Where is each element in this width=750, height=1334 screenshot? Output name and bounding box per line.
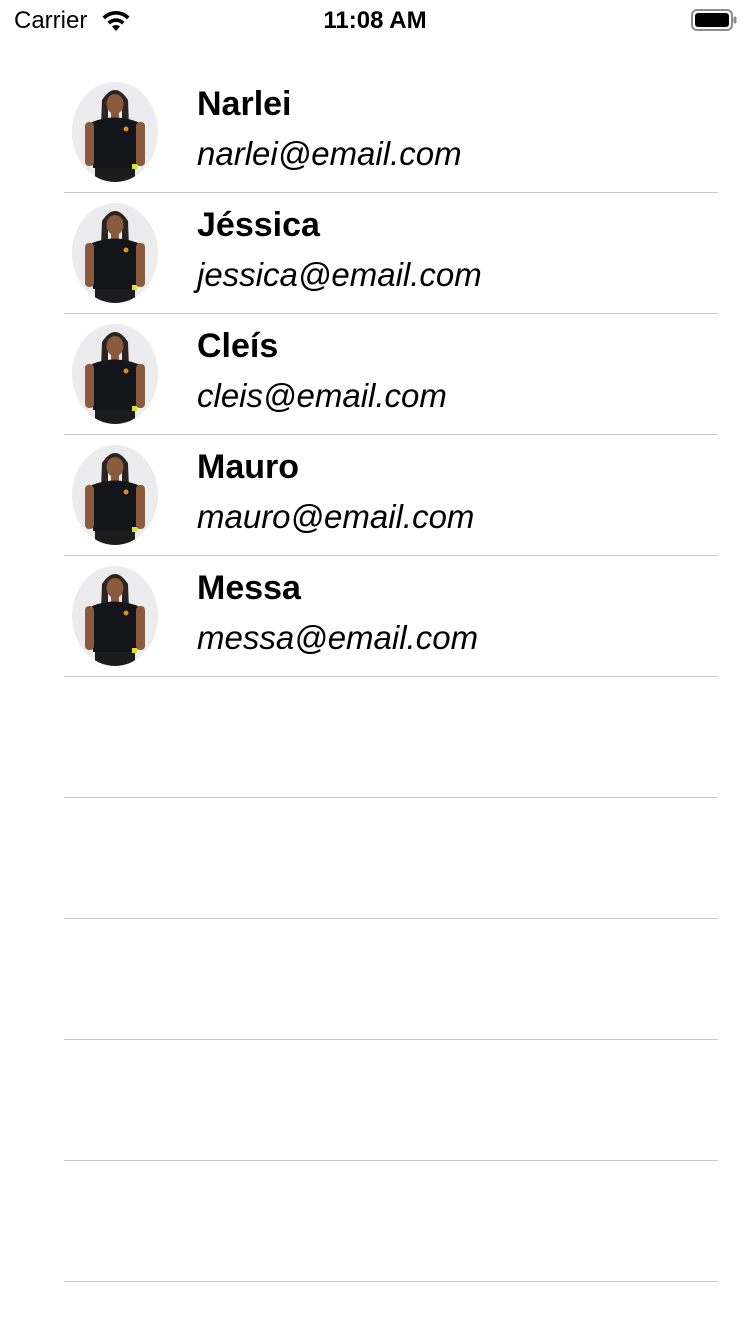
contact-row[interactable]: Narlei narlei@email.com xyxy=(0,72,750,193)
empty-row xyxy=(0,677,750,798)
contact-email: cleis@email.com xyxy=(197,377,447,414)
empty-row xyxy=(0,1161,750,1282)
contact-email: messa@email.com xyxy=(197,619,479,656)
empty-row xyxy=(0,798,750,919)
battery-icon xyxy=(691,9,737,31)
empty-row xyxy=(0,1040,750,1161)
contact-row[interactable]: Cleís cleis@email.com xyxy=(0,314,750,435)
contact-row[interactable]: Mauro mauro@email.com xyxy=(0,435,750,556)
row-separator xyxy=(64,1281,718,1282)
contact-name: Messa xyxy=(197,569,301,607)
contact-name: Jéssica xyxy=(197,206,320,244)
contact-name: Cleís xyxy=(197,327,279,365)
contacts-table: Narlei narlei@email.com Jéssica jessica@… xyxy=(0,72,750,1282)
status-bar: Carrier 11:08 AM xyxy=(0,0,750,40)
contact-name: Mauro xyxy=(197,448,299,486)
avatar xyxy=(72,445,158,545)
status-time: 11:08 AM xyxy=(323,7,427,34)
contact-row[interactable]: Messa messa@email.com xyxy=(0,556,750,677)
avatar xyxy=(72,324,158,424)
contact-email: narlei@email.com xyxy=(197,135,462,172)
contact-row[interactable]: Jéssica jessica@email.com xyxy=(0,193,750,314)
empty-row xyxy=(0,919,750,1040)
avatar xyxy=(72,203,158,303)
contact-email: mauro@email.com xyxy=(197,498,475,535)
avatar xyxy=(72,566,158,666)
avatar xyxy=(72,82,158,182)
contact-name: Narlei xyxy=(197,85,292,123)
contact-email: jessica@email.com xyxy=(197,256,482,293)
